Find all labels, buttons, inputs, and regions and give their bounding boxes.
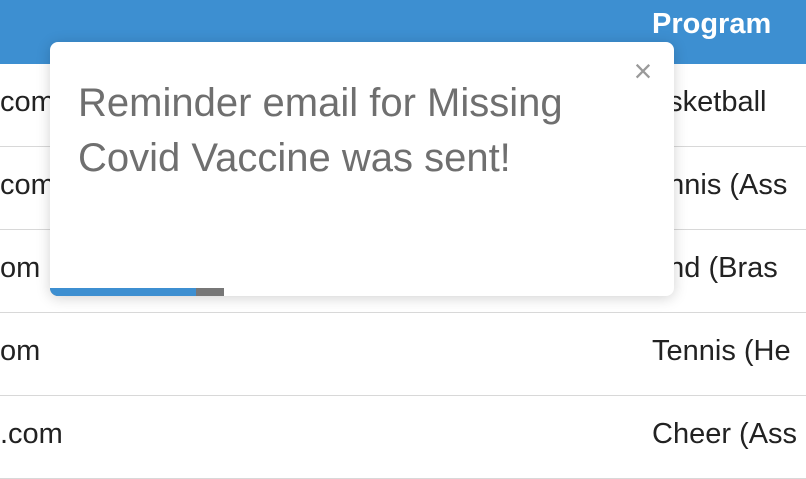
table-row[interactable]: .com Cheer (Ass: [0, 396, 806, 479]
cell-email: om: [0, 335, 41, 367]
column-header-program[interactable]: Program: [652, 8, 771, 41]
toast-progress-fill: [50, 288, 197, 296]
toast-progress-bar: [50, 288, 224, 296]
cell-program: Tennis (He: [652, 335, 791, 367]
cell-email: .com: [0, 418, 63, 450]
toast-notification: Reminder email for Missing Covid Vaccine…: [50, 42, 674, 296]
cell-program: Cheer (Ass: [652, 418, 798, 450]
cell-email: com: [0, 86, 55, 118]
cell-email: com: [0, 169, 55, 201]
close-icon[interactable]: ×: [628, 55, 658, 87]
cell-email: om: [0, 252, 41, 284]
toast-message: Reminder email for Missing Covid Vaccine…: [78, 81, 563, 180]
table-row[interactable]: om Tennis (He: [0, 313, 806, 396]
